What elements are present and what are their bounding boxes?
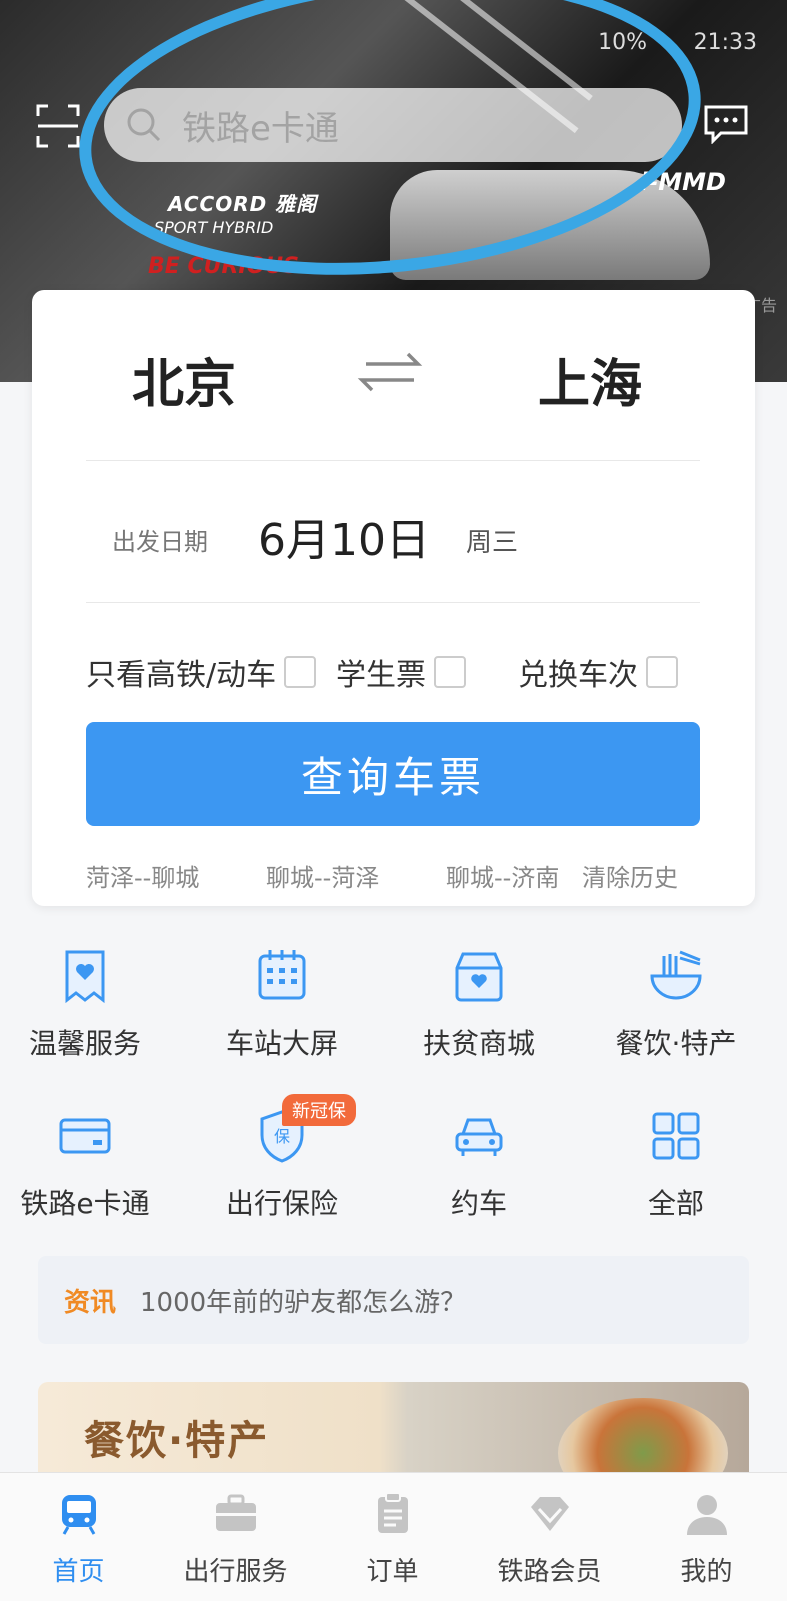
noodle-bowl-icon [650,950,702,1000]
tab-travel-service[interactable]: 出行服务 [157,1491,314,1588]
promo-banner[interactable]: 餐饮·特产 [38,1382,749,1478]
user-icon [686,1495,727,1535]
swap-cities-icon[interactable] [352,348,428,394]
grid-icon [652,1112,700,1160]
card-icon [59,1118,111,1154]
shop-icon [455,952,503,1002]
option-high-speed[interactable]: 只看高铁/动车 [86,650,317,694]
clock: 21:33 [693,30,757,55]
food-image [558,1398,728,1478]
history-item[interactable]: 聊城--济南 [446,858,559,893]
weekday: 周三 [466,528,519,558]
divider [86,460,700,461]
svg-text:保: 保 [274,1127,290,1146]
service-label: 铁路e卡通 [20,1187,150,1220]
tab-membership[interactable]: 铁路会员 [471,1491,628,1588]
clear-history-link[interactable]: 清除历史 [582,858,678,893]
date-value[interactable]: 6月10日 [258,504,430,568]
date-label: 出发日期 [112,528,208,556]
heart-card-icon [65,950,105,1004]
query-tickets-button[interactable]: 查询车票 [86,722,700,826]
service-ecard[interactable]: 铁路e卡通 [0,1106,180,1222]
calendar-grid-icon [258,950,306,1000]
service-label: 温馨服务 [28,1027,141,1060]
tab-label: 我的 [680,1557,733,1587]
promo-title: 餐饮·特产 [84,1418,270,1464]
option-student-label: 学生票 [336,658,426,693]
tab-mine[interactable]: 我的 [628,1491,785,1588]
from-city[interactable]: 北京 [132,342,236,417]
diamond-icon [530,1497,569,1531]
insurance-badge: 新冠保 [282,1094,356,1126]
tab-home[interactable]: 首页 [0,1491,157,1588]
history-item[interactable]: 菏泽--聊城 [86,858,199,893]
tab-label: 订单 [366,1557,419,1587]
option-exchange-label: 兑换车次 [518,658,638,693]
service-label: 餐饮·特产 [615,1027,737,1060]
train-icon [61,1495,96,1535]
service-station-screen[interactable]: 车站大屏 [187,946,377,1062]
service-all[interactable]: 全部 [581,1106,771,1222]
high-speed-checkbox[interactable] [284,656,317,688]
news-text: 1000年前的驴友都怎么游？ [140,1287,467,1318]
service-ride[interactable]: 约车 [384,1106,574,1222]
tab-label: 首页 [52,1557,105,1587]
service-catering[interactable]: 餐饮·特产 [581,946,771,1062]
history-item[interactable]: 聊城--菏泽 [266,858,379,893]
ticket-search-card: 北京 上海 出发日期 6月10日 周三 只看高铁/动车 学生票 兑换车次 查询车… [32,290,755,906]
tab-orders[interactable]: 订单 [314,1491,471,1588]
service-label: 车站大屏 [225,1027,338,1060]
divider [86,602,700,603]
option-student[interactable]: 学生票 [336,650,466,694]
service-label: 出行保险 [225,1187,338,1220]
service-label: 约车 [450,1187,507,1220]
car-icon [455,1118,503,1156]
news-tag: 资讯 [64,1287,117,1318]
student-checkbox[interactable] [434,656,466,688]
option-exchange[interactable]: 兑换车次 [518,650,678,694]
tab-label: 铁路会员 [497,1557,602,1587]
scan-icon[interactable] [36,104,80,148]
news-bar[interactable]: 资讯 1000年前的驴友都怎么游？ [38,1256,749,1344]
to-city[interactable]: 上海 [538,342,642,417]
service-mall[interactable]: 扶贫商城 [384,946,574,1062]
clipboard-icon [377,1492,408,1533]
service-warm[interactable]: 温馨服务 [0,946,180,1062]
exchange-checkbox[interactable] [646,656,678,688]
tab-label: 出行服务 [183,1557,288,1587]
service-label: 全部 [647,1187,704,1220]
message-icon[interactable] [703,104,749,144]
bottom-tab-bar: 首页 出行服务 订单 铁路会员 我的 [0,1472,787,1601]
briefcase-icon [215,1494,256,1531]
service-label: 扶贫商城 [422,1027,535,1060]
option-high-speed-label: 只看高铁/动车 [86,658,277,693]
